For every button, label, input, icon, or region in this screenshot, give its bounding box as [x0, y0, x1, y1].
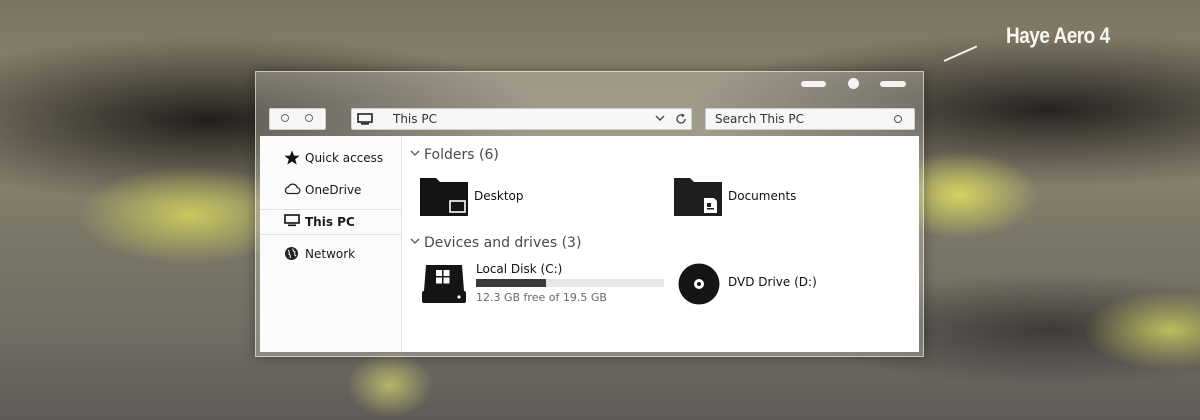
network-icon — [285, 247, 298, 260]
forward-button[interactable] — [305, 114, 313, 122]
sidebar-item-onedrive[interactable]: OneDrive — [260, 178, 401, 202]
folder-name: Desktop — [474, 189, 524, 203]
minimize-button[interactable] — [801, 81, 826, 87]
navigation-buttons — [269, 108, 326, 130]
drive-tile-local-disk[interactable]: Local Disk (C:) 12.3 GB free of 19.5 GB — [420, 262, 682, 306]
sidebar-item-label: OneDrive — [305, 183, 362, 197]
chevron-down-icon — [410, 150, 420, 156]
chevron-down-icon[interactable] — [655, 114, 665, 122]
drive-name: DVD Drive (D:) — [728, 275, 817, 289]
folder-tile-documents[interactable]: Documents — [674, 176, 894, 216]
close-button[interactable] — [880, 81, 906, 87]
search-placeholder: Search This PC — [715, 112, 804, 126]
navigation-pane: Quick access OneDrive This PC Network — [260, 136, 402, 352]
search-icon[interactable] — [894, 115, 902, 123]
address-bar[interactable]: This PC — [351, 108, 692, 130]
folder-name: Documents — [728, 189, 797, 203]
hard-drive-icon — [422, 265, 466, 303]
explorer-window: This PC Search This PC Quick access OneD… — [255, 71, 924, 357]
content-pane: Folders (6) Desktop Documents Devices an… — [402, 136, 919, 352]
folders-header-label: Folders (6) — [424, 147, 499, 163]
folders-group-header[interactable]: Folders (6) — [410, 147, 499, 163]
search-input[interactable]: Search This PC — [705, 108, 915, 130]
computer-icon — [284, 214, 300, 227]
address-path: This PC — [393, 112, 437, 126]
refresh-icon[interactable] — [675, 113, 687, 125]
documents-folder-icon — [674, 178, 722, 216]
sidebar-item-label: Network — [305, 247, 356, 261]
wallpaper-decoration-line — [943, 45, 978, 62]
sidebar-item-this-pc[interactable]: This PC — [260, 209, 401, 235]
drive-usage-bar — [476, 279, 664, 287]
desktop-folder-icon — [420, 178, 468, 216]
sidebar-item-label: This PC — [305, 215, 355, 229]
star-icon — [284, 150, 300, 165]
sidebar-item-label: Quick access — [305, 151, 384, 165]
devices-header-label: Devices and drives (3) — [424, 235, 582, 251]
back-button[interactable] — [281, 114, 289, 122]
sidebar-item-network[interactable]: Network — [260, 242, 401, 266]
drive-name: Local Disk (C:) — [476, 262, 563, 276]
cloud-icon — [284, 183, 301, 195]
drive-usage-fill — [476, 279, 546, 287]
sidebar-item-quick-access[interactable]: Quick access — [260, 146, 401, 170]
dvd-drive-icon — [678, 263, 720, 305]
wallpaper-label: Haye Aero 4 — [1006, 24, 1110, 49]
maximize-button[interactable] — [848, 78, 859, 89]
chevron-down-icon — [410, 238, 420, 244]
drive-tile-dvd[interactable]: DVD Drive (D:) — [678, 262, 878, 306]
drive-free-space: 12.3 GB free of 19.5 GB — [476, 291, 607, 304]
folder-tile-desktop[interactable]: Desktop — [420, 176, 640, 216]
computer-icon — [357, 113, 373, 125]
devices-group-header[interactable]: Devices and drives (3) — [410, 235, 581, 251]
